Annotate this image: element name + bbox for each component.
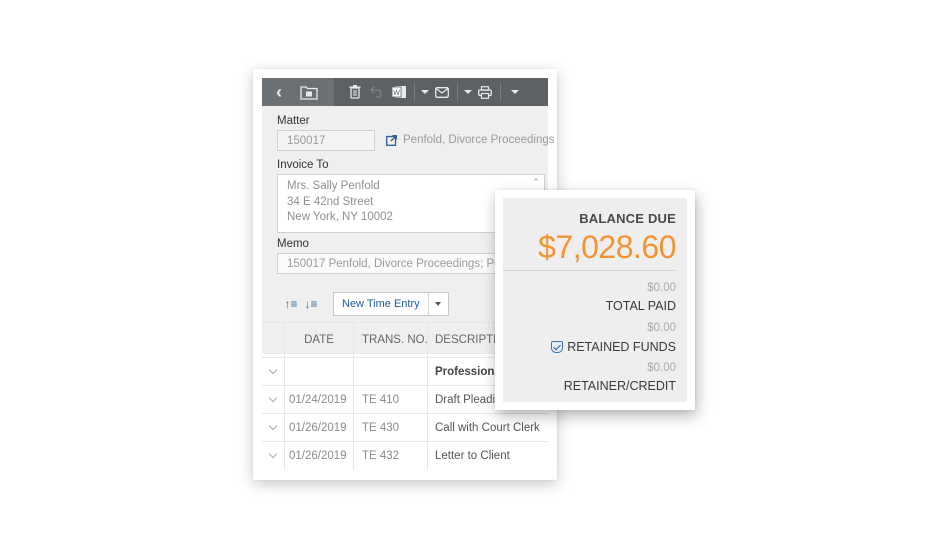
delete-trash-icon[interactable] [344, 78, 366, 106]
external-link-icon [386, 134, 397, 146]
total-paid-text: TOTAL PAID [605, 299, 676, 313]
matter-folder-icon[interactable] [298, 78, 320, 106]
matter-link[interactable]: Penfold, Divorce Proceedings [386, 134, 555, 146]
column-header-trans-no[interactable]: TRANS. NO. [354, 323, 428, 357]
row-trans-no [354, 358, 428, 385]
table-row[interactable]: 01/26/2019 TE 432 Letter to Client [262, 442, 548, 470]
toolbar-nav-group: ‹ [262, 78, 334, 106]
balance-due-amount: $7,028.60 [538, 229, 676, 265]
column-header-date[interactable]: DATE [285, 323, 354, 357]
table-row[interactable]: 01/26/2019 TE 430 Call with Court Clerk [262, 414, 548, 442]
toolbar-divider [414, 83, 415, 101]
expand-column-header [262, 323, 285, 357]
row-date [285, 358, 354, 385]
print-dropdown-caret[interactable] [509, 78, 521, 106]
row-trans-no: TE 430 [354, 414, 428, 441]
balance-summary-panel: BALANCE DUE $7,028.60 $0.00 TOTAL PAID $… [503, 198, 687, 402]
new-entry-dropdown-caret[interactable] [427, 293, 448, 315]
undo-icon[interactable] [366, 78, 388, 106]
email-dropdown-caret[interactable] [462, 78, 474, 106]
invoice-toolbar: ‹ W [262, 78, 548, 106]
memo-label: Memo [277, 238, 309, 250]
matter-number-field[interactable]: 150017 [277, 130, 375, 151]
scroll-up-arrow-icon[interactable]: ⌃ [531, 177, 541, 187]
retained-funds-row: RETAINED FUNDS [551, 340, 676, 354]
new-time-entry-button[interactable]: New Time Entry [334, 293, 428, 315]
print-icon[interactable] [474, 78, 496, 106]
balance-divider [503, 270, 676, 271]
email-icon[interactable] [431, 78, 453, 106]
row-trans-no: TE 410 [354, 386, 428, 413]
retainer-credit-value: $0.00 [647, 362, 676, 374]
invoice-to-label: Invoice To [277, 159, 329, 171]
retained-funds-checkbox[interactable] [551, 341, 564, 353]
balance-due-card: BALANCE DUE $7,028.60 $0.00 TOTAL PAID $… [495, 190, 695, 410]
retainer-credit-text: RETAINER/CREDIT [563, 379, 676, 393]
toolbar-divider [500, 83, 501, 101]
sort-ascending-icon[interactable]: ↑≡ [281, 294, 301, 314]
word-dropdown-caret[interactable] [419, 78, 431, 106]
total-paid-label: TOTAL PAID [606, 299, 676, 313]
row-description: Letter to Client [435, 450, 510, 462]
expand-chevron-icon[interactable] [262, 442, 285, 470]
retainer-credit-label: RETAINER/CREDIT [564, 379, 676, 393]
word-export-icon[interactable]: W [388, 78, 410, 106]
row-date: 01/26/2019 [285, 442, 354, 470]
new-time-entry-split-button: New Time Entry [333, 292, 449, 316]
matter-label: Matter [277, 115, 310, 127]
entries-toolbar: ↑≡ ↓≡ New Time Entry [281, 292, 449, 316]
back-chevron-icon[interactable]: ‹ [274, 78, 284, 106]
retained-funds-value: $0.00 [647, 322, 676, 334]
expand-chevron-icon[interactable] [262, 414, 285, 441]
expand-chevron-icon[interactable] [262, 358, 285, 385]
svg-text:W: W [393, 90, 400, 97]
total-paid-value: $0.00 [647, 282, 676, 294]
row-date: 01/26/2019 [285, 414, 354, 441]
matter-name: Penfold, Divorce Proceedings [403, 134, 555, 146]
row-description: Call with Court Clerk [435, 421, 540, 434]
row-trans-no: TE 432 [354, 442, 428, 470]
expand-chevron-icon[interactable] [262, 386, 285, 413]
balance-due-title: BALANCE DUE [579, 211, 676, 226]
toolbar-divider [457, 83, 458, 101]
retained-funds-label: RETAINED FUNDS [567, 340, 676, 354]
sort-descending-icon[interactable]: ↓≡ [301, 294, 321, 314]
toolbar-actions: W [334, 78, 521, 106]
row-date: 01/24/2019 [285, 386, 354, 413]
